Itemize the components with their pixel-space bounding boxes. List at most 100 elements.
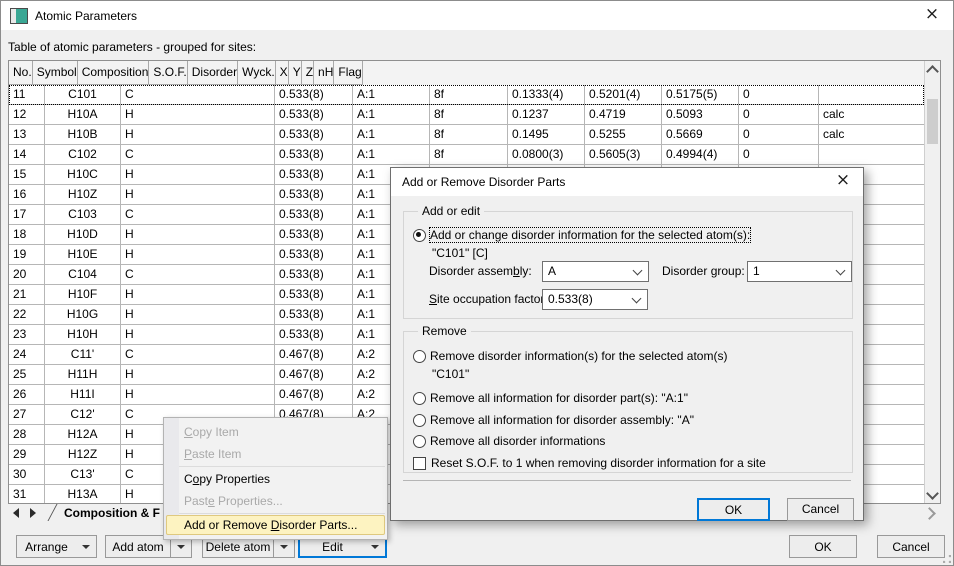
column-header[interactable]: Disorder xyxy=(188,61,238,85)
cell-composition[interactable]: H xyxy=(121,185,275,205)
cell-symbol[interactable]: C103 xyxy=(45,205,121,225)
cell-sof[interactable]: 0.533(8) xyxy=(275,265,353,285)
radio-remove-all-label[interactable]: Remove all disorder informations xyxy=(430,434,605,448)
dialog-close-button[interactable]: × xyxy=(831,172,855,192)
cell-no[interactable]: 30 xyxy=(9,465,45,485)
vertical-scrollbar[interactable] xyxy=(924,61,940,503)
menu-item-copy-item[interactable]: Copy Item xyxy=(164,421,387,443)
cell-z[interactable]: 0.5669 xyxy=(662,125,739,145)
cell-no[interactable]: 21 xyxy=(9,285,45,305)
disorder-group-combobox[interactable]: 1 xyxy=(747,261,852,282)
column-header[interactable]: nH xyxy=(314,61,334,85)
column-header[interactable]: X xyxy=(276,61,289,85)
cell-wyck[interactable]: 8f xyxy=(430,125,508,145)
cell-symbol[interactable]: H10H xyxy=(45,325,121,345)
cell-composition[interactable]: H xyxy=(121,285,275,305)
cell-symbol[interactable]: H12A xyxy=(45,425,121,445)
cell-sof[interactable]: 0.533(8) xyxy=(275,185,353,205)
cell-x[interactable]: 0.0800(3) xyxy=(508,145,585,165)
cell-composition[interactable]: H xyxy=(121,385,275,405)
cell-symbol[interactable]: C102 xyxy=(45,145,121,165)
cell-symbol[interactable]: C104 xyxy=(45,265,121,285)
cell-disorder[interactable]: A:1 xyxy=(353,105,430,125)
cell-symbol[interactable]: C11' xyxy=(45,345,121,365)
cell-sof[interactable]: 0.467(8) xyxy=(275,385,353,405)
cell-no[interactable]: 19 xyxy=(9,245,45,265)
table-row[interactable]: 11 C101 C 0.533(8) A:1 8f 0.1333(4) 0.52… xyxy=(9,85,924,105)
cell-wyck[interactable]: 8f xyxy=(430,145,508,165)
cell-symbol[interactable]: H10C xyxy=(45,165,121,185)
radio-remove-part-label[interactable]: Remove all information for disorder part… xyxy=(430,391,688,405)
table-row[interactable]: 13 H10B H 0.533(8) A:1 8f 0.1495 0.5255 … xyxy=(9,125,924,145)
cell-sof[interactable]: 0.533(8) xyxy=(275,165,353,185)
cell-no[interactable]: 26 xyxy=(9,385,45,405)
cell-x[interactable]: 0.1333(4) xyxy=(508,85,585,105)
cell-no[interactable]: 12 xyxy=(9,105,45,125)
radio-remove-assembly[interactable] xyxy=(413,414,426,427)
cell-flag[interactable]: calc xyxy=(819,105,924,125)
cell-wyck[interactable]: 8f xyxy=(430,85,508,105)
cell-x[interactable]: 0.1495 xyxy=(508,125,585,145)
cell-no[interactable]: 14 xyxy=(9,145,45,165)
table-row[interactable]: 12 H10A H 0.533(8) A:1 8f 0.1237 0.4719 … xyxy=(9,105,924,125)
menu-item-add-remove-disorder-parts[interactable]: Add or Remove Disorder Parts... xyxy=(166,515,385,535)
cell-symbol[interactable]: H10Z xyxy=(45,185,121,205)
cell-symbol[interactable]: H12Z xyxy=(45,445,121,465)
cell-sof[interactable]: 0.533(8) xyxy=(275,85,353,105)
menu-item-paste-item[interactable]: Paste Item xyxy=(164,443,387,465)
scroll-up-button[interactable] xyxy=(925,61,940,78)
dialog-ok-button[interactable]: OK xyxy=(697,498,770,521)
cell-z[interactable]: 0.5093 xyxy=(662,105,739,125)
cell-wyck[interactable]: 8f xyxy=(430,105,508,125)
table-row[interactable]: 14 C102 C 0.533(8) A:1 8f 0.0800(3) 0.56… xyxy=(9,145,924,165)
radio-remove-atom-label[interactable]: Remove disorder information(s) for the s… xyxy=(430,349,727,363)
cell-sof[interactable]: 0.533(8) xyxy=(275,305,353,325)
resize-grip[interactable] xyxy=(943,555,951,563)
cell-flag[interactable]: calc xyxy=(819,125,924,145)
cell-symbol[interactable]: H11I xyxy=(45,385,121,405)
cell-symbol[interactable]: H13A xyxy=(45,485,121,503)
column-header[interactable]: S.O.F. xyxy=(149,61,187,85)
cell-nh[interactable]: 0 xyxy=(739,105,819,125)
cell-symbol[interactable]: H10E xyxy=(45,245,121,265)
cell-symbol[interactable]: C12' xyxy=(45,405,121,425)
cell-composition[interactable]: C xyxy=(121,85,275,105)
menu-item-copy-properties[interactable]: Copy Properties xyxy=(164,468,387,490)
reset-sof-checkbox[interactable] xyxy=(413,457,426,470)
site-occupation-combobox[interactable]: 0.533(8) xyxy=(542,289,648,310)
cell-composition[interactable]: H xyxy=(121,165,275,185)
radio-remove-all[interactable] xyxy=(413,435,426,448)
cell-symbol[interactable]: C101 xyxy=(45,85,121,105)
cell-no[interactable]: 11 xyxy=(9,85,45,105)
radio-add-or-change-label[interactable]: Add or change disorder information for t… xyxy=(430,228,750,242)
cell-y[interactable]: 0.5201(4) xyxy=(585,85,662,105)
main-cancel-button[interactable]: Cancel xyxy=(877,535,945,558)
cell-sof[interactable]: 0.533(8) xyxy=(275,285,353,305)
cell-sof[interactable]: 0.467(8) xyxy=(275,365,353,385)
cell-z[interactable]: 0.4994(4) xyxy=(662,145,739,165)
cell-composition[interactable]: H xyxy=(121,225,275,245)
cell-nh[interactable]: 0 xyxy=(739,145,819,165)
cell-nh[interactable]: 0 xyxy=(739,125,819,145)
cell-sof[interactable]: 0.533(8) xyxy=(275,125,353,145)
cell-symbol[interactable]: H10D xyxy=(45,225,121,245)
menu-item-paste-properties[interactable]: Paste Properties... xyxy=(164,490,387,512)
cell-symbol[interactable]: H11H xyxy=(45,365,121,385)
column-header[interactable]: Composition xyxy=(78,61,150,85)
column-header[interactable]: Symbol xyxy=(33,61,78,85)
radio-remove-atom[interactable] xyxy=(413,350,426,363)
cell-no[interactable]: 27 xyxy=(9,405,45,425)
column-header[interactable]: No. xyxy=(9,61,33,85)
radio-remove-part[interactable] xyxy=(413,392,426,405)
cell-no[interactable]: 24 xyxy=(9,345,45,365)
cell-sof[interactable]: 0.533(8) xyxy=(275,145,353,165)
cell-no[interactable]: 25 xyxy=(9,365,45,385)
window-close-button[interactable]: × xyxy=(920,6,944,26)
cell-sof[interactable]: 0.533(8) xyxy=(275,325,353,345)
cell-symbol[interactable]: H10G xyxy=(45,305,121,325)
disorder-assembly-combobox[interactable]: A xyxy=(542,261,649,282)
cell-no[interactable]: 28 xyxy=(9,425,45,445)
cell-sof[interactable]: 0.467(8) xyxy=(275,345,353,365)
tab-scroll-left-button[interactable] xyxy=(8,506,24,520)
cell-composition[interactable]: H xyxy=(121,105,275,125)
